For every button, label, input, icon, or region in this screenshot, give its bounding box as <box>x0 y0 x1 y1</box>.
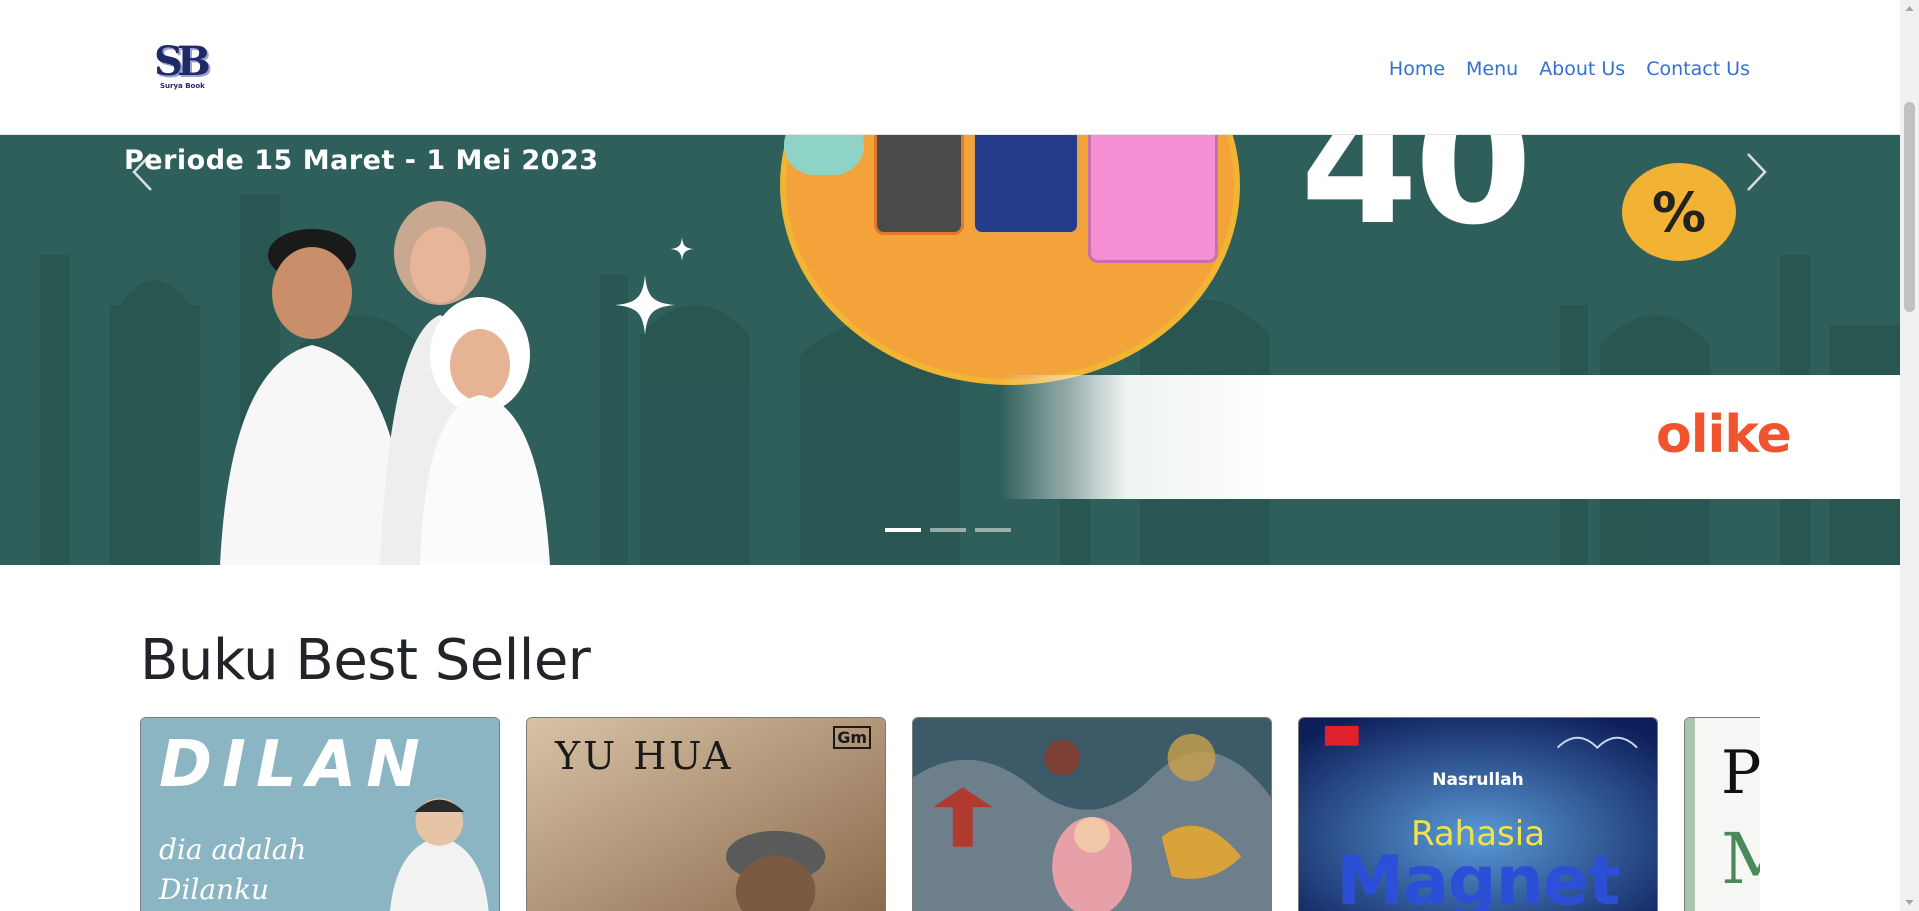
book-cover-title-2: Magnet <box>1336 842 1620 911</box>
nav-contact-link[interactable]: Contact Us <box>1646 56 1750 82</box>
olike-brand-logo: olike <box>1656 405 1792 465</box>
scroll-down-arrow-icon[interactable] <box>1905 898 1914 907</box>
carousel-prev-button[interactable] <box>120 145 164 199</box>
carousel-indicator-3[interactable] <box>975 528 1011 532</box>
product-speaker-blue <box>972 135 1080 235</box>
book-list: DILAN dia adalah Dilanku YU HUA Gm Nasru… <box>140 717 1760 911</box>
chevron-right-icon <box>1747 153 1767 191</box>
promo-carousel: Periode 15 Maret - 1 Mei 2023 40 % olike <box>0 135 1900 565</box>
product-speaker-pink <box>1088 135 1218 263</box>
carousel-indicators <box>885 528 1011 532</box>
book-card[interactable]: Nasrullah Rahasia Magnet <box>1298 717 1658 911</box>
book-author: Nasrullah <box>1432 770 1524 790</box>
nav-links: Home Menu About Us Contact Us <box>1389 56 1750 82</box>
carousel-indicator-1[interactable] <box>885 528 921 532</box>
page: SB Surya Book Home Menu About Us Contact… <box>0 0 1919 911</box>
book-cover-image <box>913 718 1271 911</box>
carousel-indicator-2[interactable] <box>930 528 966 532</box>
chevron-left-icon <box>132 153 152 191</box>
promo-period: Periode 15 Maret - 1 Mei 2023 <box>124 145 599 176</box>
book-card[interactable] <box>912 717 1272 911</box>
product-earbuds <box>784 135 864 175</box>
book-cover-title: DILAN <box>159 728 430 802</box>
carousel-next-button[interactable] <box>1735 145 1779 199</box>
percent-badge: % <box>1622 163 1736 261</box>
discount-number: 40 <box>1300 135 1533 263</box>
book-card[interactable]: YU HUA Gm <box>526 717 886 911</box>
product-power-bank <box>874 135 964 235</box>
scroll-up-arrow-icon[interactable] <box>1905 4 1914 13</box>
nav-menu-link[interactable]: Menu <box>1466 56 1518 82</box>
book-cover-subtitle: dia adalah Dilanku <box>159 833 307 906</box>
scrollbar-thumb[interactable] <box>1904 102 1915 312</box>
book-cover-title: P <box>1721 738 1760 808</box>
book-card[interactable]: DILAN dia adalah Dilanku <box>140 717 500 911</box>
page-scrollbar[interactable] <box>1900 0 1919 911</box>
brand-logo[interactable]: SB Surya Book <box>150 38 212 96</box>
logo-subtitle: Surya Book <box>160 82 205 90</box>
sparkle-icon <box>615 275 675 335</box>
book-cover-title-2: M <box>1721 818 1760 900</box>
nav-home-link[interactable]: Home <box>1389 56 1445 82</box>
sparkle-small-icon <box>670 237 694 261</box>
publisher-logo: Gm <box>833 726 871 749</box>
book-card[interactable]: P M <box>1684 717 1760 911</box>
logo-mark: SB <box>154 38 211 85</box>
nav-about-link[interactable]: About Us <box>1539 56 1625 82</box>
family-illustration <box>220 201 550 565</box>
olike-wordmark: olike <box>1656 405 1792 465</box>
book-cover-title: YU HUA <box>555 734 734 778</box>
navbar: SB Surya Book Home Menu About Us Contact… <box>0 0 1900 135</box>
section-title: Buku Best Seller <box>140 628 591 693</box>
